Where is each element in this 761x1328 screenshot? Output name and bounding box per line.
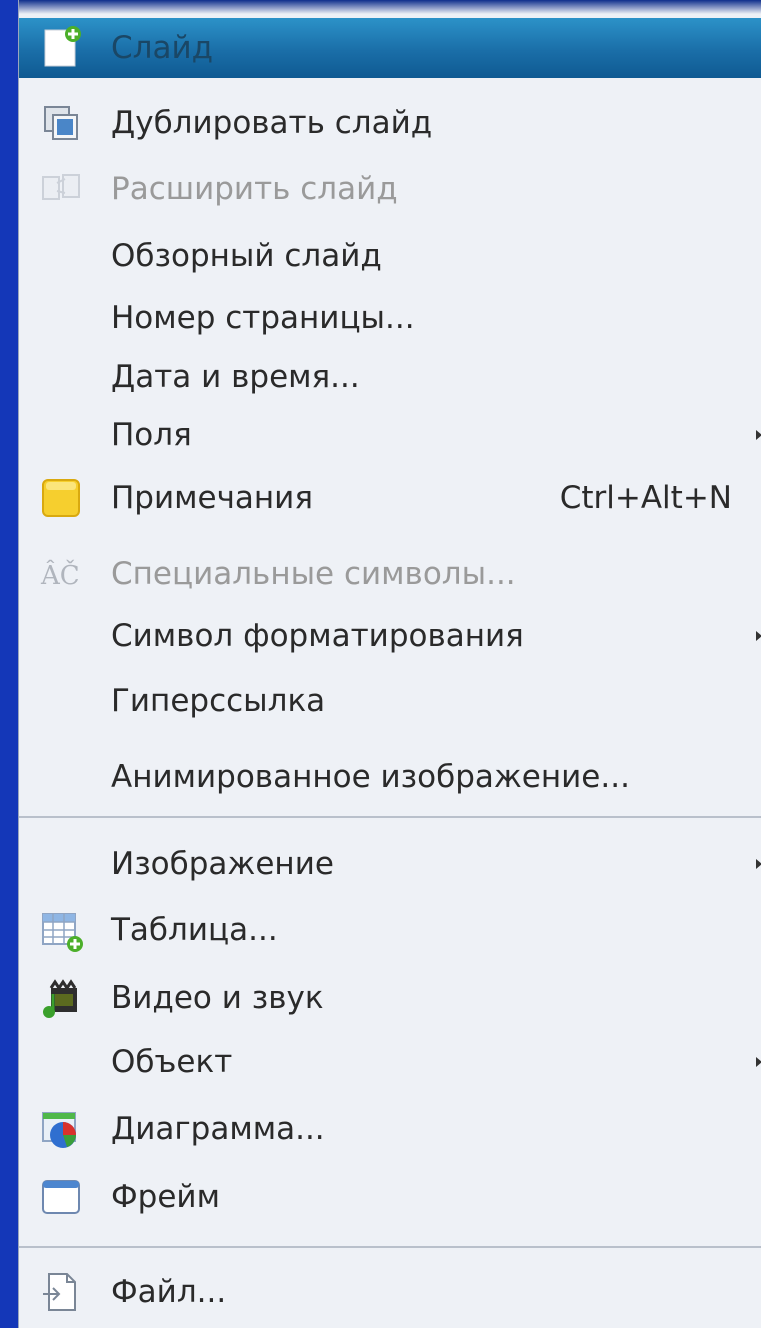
menu-item-label: Файл...	[111, 1274, 227, 1310]
menu-item-label: Расширить слайд	[111, 171, 398, 207]
submenu-arrow-icon	[756, 859, 761, 869]
menu-item-summary-slide[interactable]: Обзорный слайд	[19, 226, 761, 286]
menu-item-comment[interactable]: Примечания Ctrl+Alt+N	[19, 468, 761, 528]
frame-icon	[37, 1173, 85, 1221]
menu-item-object[interactable]: Объект	[19, 1032, 761, 1092]
file-icon	[37, 1268, 85, 1316]
menu-item-label: Таблица...	[111, 912, 278, 948]
menu-item-label: Объект	[111, 1044, 233, 1080]
menu-top-shadow	[19, 0, 761, 14]
menu-item-label: Поля	[111, 417, 192, 453]
menu-item-fields[interactable]: Поля	[19, 405, 761, 465]
menu-separator	[19, 1246, 761, 1248]
menu-item-label: Изображение	[111, 846, 334, 882]
menu-item-animated-image[interactable]: Анимированное изображение...	[19, 747, 761, 807]
new-slide-icon	[37, 24, 85, 72]
menu-item-label: Гиперссылка	[111, 683, 326, 719]
menu-item-label: Дата и время...	[111, 359, 360, 395]
duplicate-slide-icon	[37, 99, 85, 147]
menu-separator	[19, 816, 761, 818]
menu-item-date-time[interactable]: Дата и время...	[19, 347, 761, 407]
menu-item-page-number[interactable]: Номер страницы...	[19, 288, 761, 348]
comment-note-icon	[37, 474, 85, 522]
submenu-arrow-icon	[756, 430, 761, 440]
menu-item-table[interactable]: Таблица...	[19, 900, 761, 960]
expand-slide-icon	[37, 165, 85, 213]
insert-menu: Слайд Дублировать слайд Расширить слайд …	[18, 0, 761, 1328]
menu-item-label: Обзорный слайд	[111, 238, 382, 274]
menu-item-expand-slide[interactable]: Расширить слайд	[19, 159, 761, 219]
menu-item-video-sound[interactable]: Видео и звук	[19, 968, 761, 1028]
menu-item-image[interactable]: Изображение	[19, 834, 761, 894]
menu-item-frame[interactable]: Фрейм	[19, 1167, 761, 1227]
menu-item-formatting-mark[interactable]: Символ форматирования	[19, 606, 761, 666]
submenu-arrow-icon	[756, 631, 761, 641]
menu-item-duplicate-slide[interactable]: Дублировать слайд	[19, 93, 761, 153]
menu-item-label: Фрейм	[111, 1179, 220, 1215]
menu-item-label: Символ форматирования	[111, 618, 524, 654]
menu-item-label: Видео и звук	[111, 980, 324, 1016]
menu-item-label: Диаграмма...	[111, 1111, 325, 1147]
special-characters-icon: ÂČ	[37, 550, 85, 598]
menu-item-label: Слайд	[111, 30, 214, 66]
menu-item-label: Анимированное изображение...	[111, 759, 630, 795]
menu-item-slide[interactable]: Слайд	[19, 18, 761, 78]
table-icon	[37, 906, 85, 954]
submenu-arrow-icon	[756, 1057, 761, 1067]
menu-item-hyperlink[interactable]: Гиперссылка	[19, 671, 761, 731]
menu-item-label: Дублировать слайд	[111, 105, 433, 141]
video-sound-icon	[37, 974, 85, 1022]
svg-text:ÂČ: ÂČ	[40, 559, 80, 591]
menu-item-chart[interactable]: Диаграмма...	[19, 1099, 761, 1159]
menu-item-label: Примечания	[111, 480, 313, 516]
menu-item-label: Специальные символы...	[111, 556, 516, 592]
menu-item-shortcut: Ctrl+Alt+N	[559, 480, 732, 516]
menu-item-label: Номер страницы...	[111, 300, 415, 336]
menu-item-special-characters[interactable]: ÂČ Специальные символы...	[19, 544, 761, 604]
menu-item-file[interactable]: Файл...	[19, 1262, 761, 1322]
chart-icon	[37, 1105, 85, 1153]
